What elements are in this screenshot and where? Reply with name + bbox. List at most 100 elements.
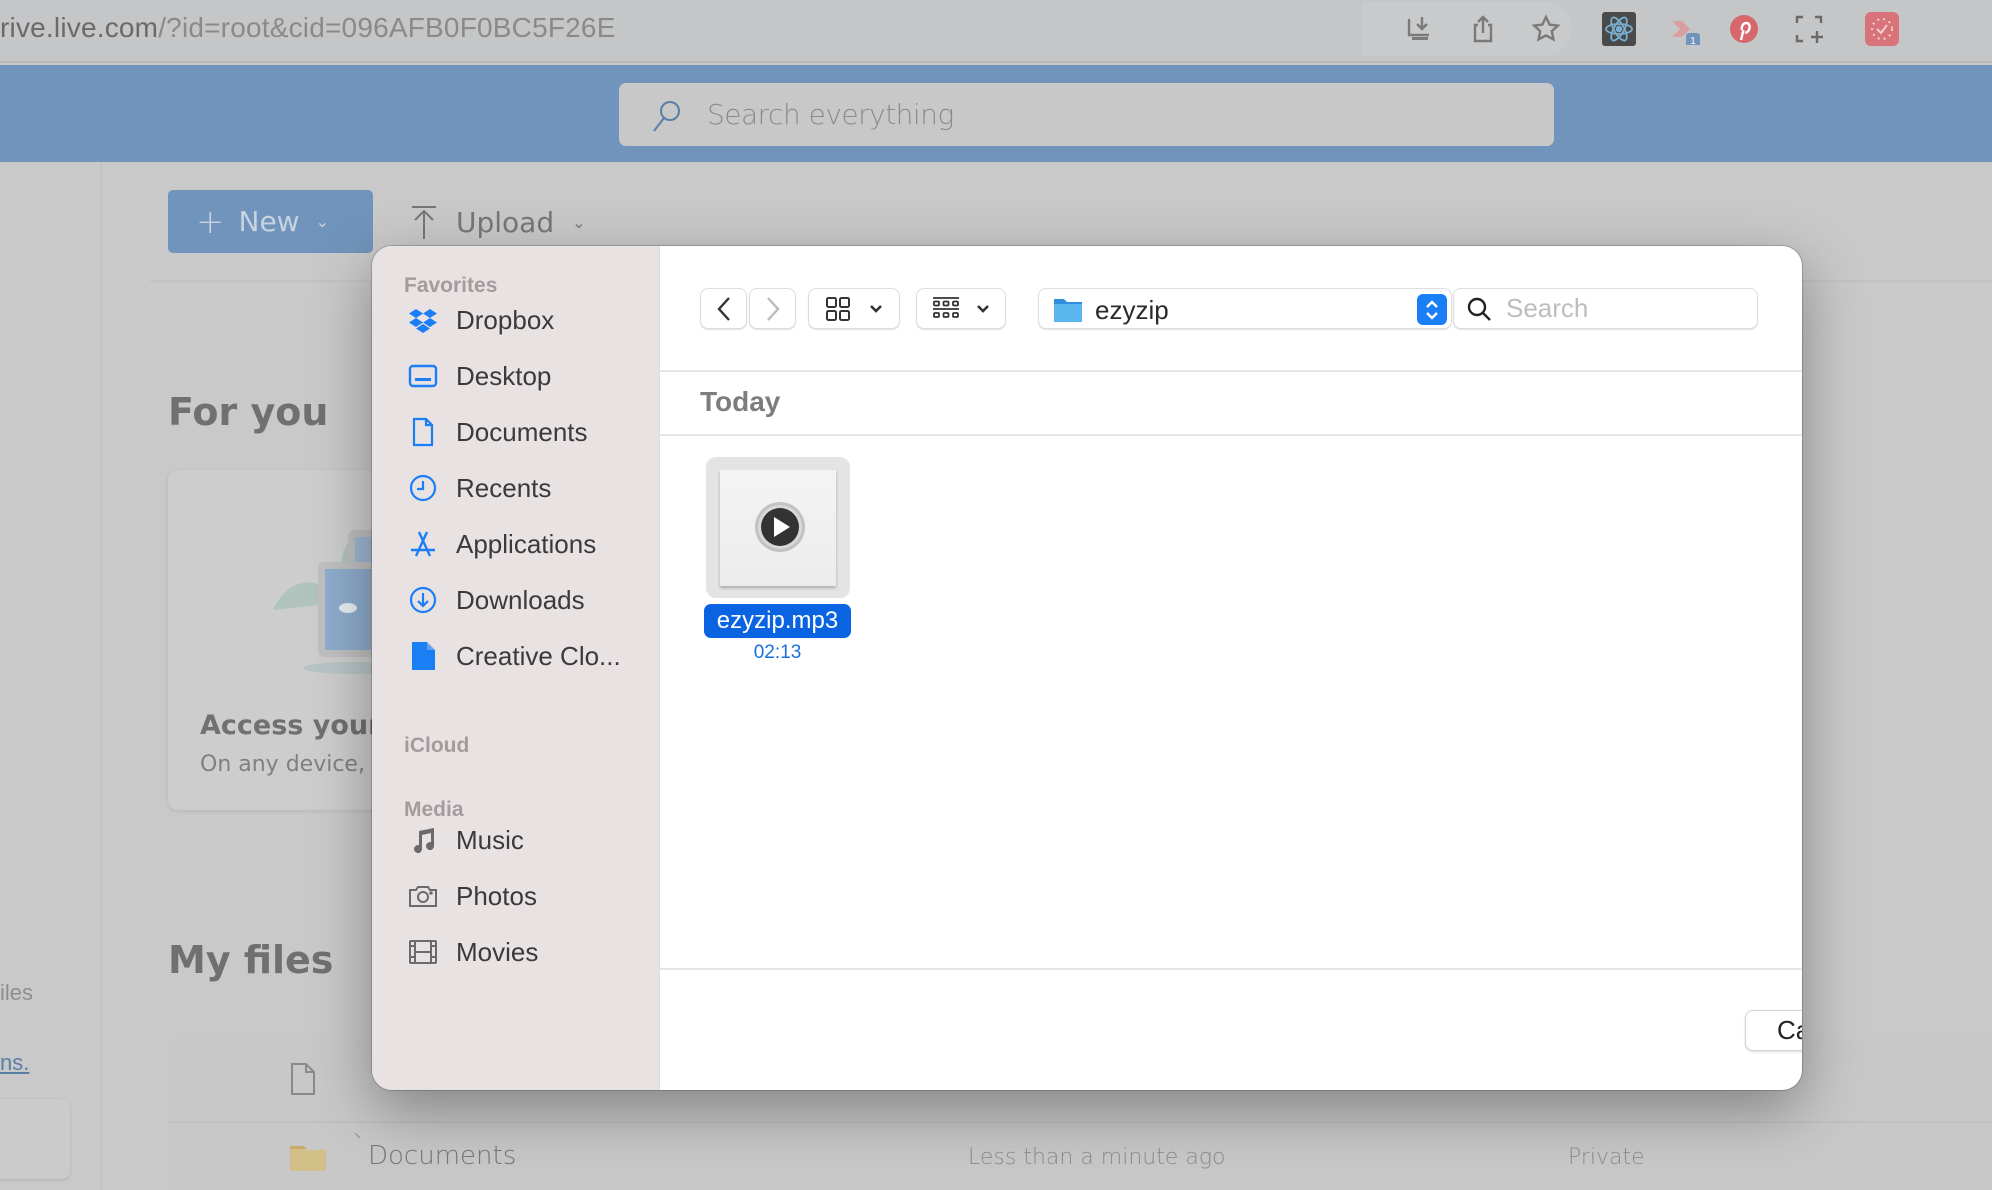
url-path: /?id=root&cid=096AFB0F0BC5F26E [158, 12, 616, 43]
react-devtools-icon[interactable] [1602, 12, 1636, 46]
card-subtitle: On any device, a [200, 752, 386, 777]
file-type-icon [291, 1063, 315, 1095]
file-item-thumbnail[interactable] [706, 457, 850, 598]
clock-icon [408, 473, 438, 503]
group-by-button[interactable] [916, 288, 1006, 329]
sidebar-item-label: Dropbox [456, 304, 555, 335]
location-popup[interactable]: ezyzip [1038, 288, 1452, 329]
file-item-name[interactable]: ezyzip.mp3 [704, 604, 851, 638]
popup-stepper-icon [1417, 294, 1447, 325]
group-icon [933, 296, 959, 318]
file-modified: Less than a minute ago [968, 1145, 1226, 1170]
new-button-label: New [238, 205, 300, 238]
leftnav-card [0, 1099, 70, 1179]
sidebar-item-dropbox[interactable]: Dropbox [408, 300, 554, 340]
pinterest-icon[interactable] [1727, 12, 1761, 46]
new-item-indicator: ⸌ [354, 1130, 361, 1146]
search-everything-input[interactable]: Search everything [619, 83, 1554, 146]
browser-actions: 1 [1362, 0, 1992, 63]
sidebar-item-label: Photos [456, 880, 537, 911]
sidebar-item-label: Desktop [456, 360, 552, 391]
dialog-search-input[interactable]: Search [1453, 288, 1758, 329]
file-sharing: Private [1568, 1145, 1645, 1170]
sidebar-item-downloads[interactable]: Downloads [408, 580, 585, 620]
view-mode-button[interactable] [808, 288, 900, 329]
plus-icon: + [196, 201, 225, 242]
applications-icon [408, 529, 438, 559]
search-placeholder: Search [1506, 293, 1589, 323]
current-folder-name: ezyzip [1095, 295, 1169, 325]
new-button[interactable]: + New ⌄ [168, 190, 373, 253]
sidebar-item-movies[interactable]: Movies [408, 932, 538, 972]
sidebar-item-documents[interactable]: Documents [408, 412, 588, 452]
upload-button-label: Upload [456, 205, 555, 239]
url-host: rive.live.com [0, 12, 159, 43]
chevron-left-icon [716, 296, 730, 321]
sidebar-item-photos[interactable]: Photos [408, 876, 537, 916]
sidebar-item-label: Recents [456, 472, 552, 503]
clock-extension-icon[interactable] [1865, 12, 1899, 46]
search-icon [1467, 297, 1491, 321]
leftnav-text: iles [0, 980, 34, 1005]
footer-divider [660, 968, 1802, 970]
dialog-main: ezyzip Search Today ezyzip.mp3 02:13 C [660, 246, 1802, 1090]
app-header: Search everything [0, 65, 1992, 162]
music-note-icon [408, 825, 438, 855]
camera-icon [408, 881, 438, 911]
toolbar-divider [660, 370, 1802, 372]
sidebar-item-label: Applications [456, 528, 597, 559]
sidebar-item-music[interactable]: Music [408, 820, 524, 860]
desktop-icon [408, 361, 438, 391]
bookmark-star-icon[interactable] [1529, 12, 1563, 46]
cancel-button[interactable]: Cancel [1745, 1010, 1802, 1051]
chevron-down-icon: ⌄ [315, 212, 329, 231]
for-you-title: For you [168, 390, 329, 434]
icloud-header: iCloud [404, 734, 470, 757]
chevron-down-icon: ⌄ [572, 212, 586, 232]
folder-icon [290, 1146, 326, 1171]
favorites-header: Favorites [404, 274, 498, 297]
file-item-duration: 02:13 [753, 642, 802, 663]
leftnav-link[interactable]: ns. [0, 1050, 29, 1076]
left-nav: iles ns. [0, 162, 102, 1190]
sidebar-item-creative-cloud[interactable]: Creative Clo... [408, 636, 621, 676]
search-placeholder: Search everything [707, 98, 954, 131]
extension-badge: 1 [1690, 36, 1696, 45]
sidebar-item-label: Downloads [456, 584, 585, 615]
folder-icon [1054, 299, 1082, 322]
share-icon[interactable] [1466, 12, 1500, 46]
dialog-sidebar: Favorites Dropbox Desktop Documents Rece… [372, 246, 660, 1090]
my-files-title: My files [168, 938, 334, 982]
file-name[interactable]: Documents [368, 1141, 516, 1171]
sidebar-item-label: Creative Clo... [456, 640, 621, 671]
search-icon [653, 100, 680, 132]
extension-icon[interactable]: 1 [1667, 12, 1701, 46]
file-open-dialog: Favorites Dropbox Desktop Documents Rece… [372, 246, 1802, 1090]
table-row[interactable]: ⸌ Documents Less than a minute ago Priva… [168, 1125, 1992, 1190]
screenshot-icon[interactable] [1792, 12, 1826, 46]
sidebar-item-applications[interactable]: Applications [408, 524, 596, 564]
chevron-down-icon [977, 304, 989, 313]
sidebar-item-label: Movies [456, 936, 539, 967]
upload-icon [412, 206, 436, 239]
film-icon [408, 937, 438, 967]
sidebar-item-label: Music [456, 824, 524, 855]
upload-button[interactable]: Upload ⌄ [410, 202, 586, 242]
download-icon [408, 585, 438, 615]
audio-file-preview [720, 470, 836, 586]
group-divider [660, 434, 1802, 436]
browser-toolbar: rive.live.com/?id=root&cid=096AFB0F0BC5F… [0, 0, 1992, 63]
sidebar-item-label: Documents [456, 416, 588, 447]
chevron-down-icon [870, 304, 882, 313]
address-bar[interactable]: rive.live.com/?id=root&cid=096AFB0F0BC5F… [0, 12, 616, 44]
chevron-right-icon [766, 296, 780, 321]
media-header: Media [404, 798, 464, 821]
grid-view-icon [826, 296, 850, 321]
install-app-icon[interactable] [1402, 12, 1436, 46]
sidebar-item-recents[interactable]: Recents [408, 468, 551, 508]
back-button[interactable] [700, 288, 747, 329]
sidebar-item-desktop[interactable]: Desktop [408, 356, 551, 396]
dropbox-icon [408, 305, 438, 335]
forward-button[interactable] [749, 288, 796, 329]
document-icon [408, 417, 438, 447]
